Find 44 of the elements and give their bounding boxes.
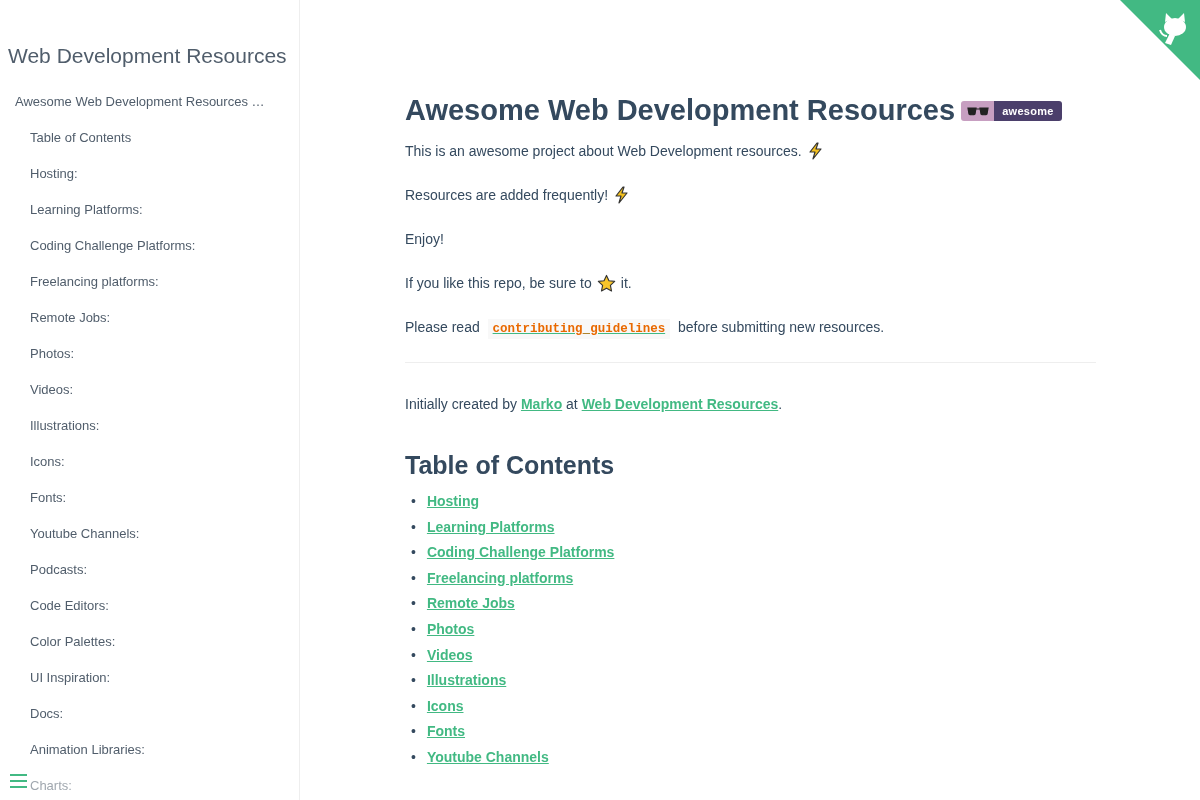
- glasses-icon: [966, 106, 989, 116]
- bullet: •: [411, 594, 416, 614]
- menu-icon[interactable]: [10, 774, 27, 788]
- bullet: •: [411, 722, 416, 742]
- paragraph: This is an awesome project about Web Development resources.: [405, 142, 802, 161]
- paragraph-end: it.: [620, 274, 632, 293]
- bullet: •: [411, 645, 416, 665]
- paragraph: If you like this repo, be sure to: [405, 274, 592, 293]
- sidebar-link[interactable]: Coding Challenge Platforms:: [30, 228, 196, 264]
- star-icon: [596, 273, 616, 293]
- bullet: •: [411, 747, 416, 767]
- page-heading: Awesome Web Development Resources: [405, 93, 956, 127]
- section-heading: Table of Contents: [405, 450, 616, 481]
- bullet: •: [411, 517, 416, 537]
- bullet: •: [411, 543, 416, 563]
- site-title: Web Development Resources: [8, 43, 288, 69]
- sidebar-link[interactable]: Videos:: [30, 372, 74, 408]
- sidebar-link[interactable]: Freelancing platforms:: [30, 264, 159, 300]
- credit-paragraph: Initially created by Marko at Web Development Resources.: [405, 395, 784, 414]
- sidebar-link[interactable]: Learning Platforms:: [30, 192, 143, 228]
- sidebar-link[interactable]: Code Editors:: [30, 588, 109, 624]
- sidebar-link[interactable]: Table of Contents: [30, 120, 132, 156]
- bullet: •: [411, 619, 416, 639]
- sidebar-link[interactable]: Fonts:: [30, 480, 67, 516]
- sidebar-link[interactable]: Illustrations:: [30, 408, 100, 444]
- sidebar-link[interactable]: Podcasts:: [30, 552, 88, 588]
- sidebar-link[interactable]: Awesome Web Development Resources …: [15, 84, 265, 120]
- bullet: •: [411, 492, 416, 511]
- bullet: •: [411, 696, 416, 716]
- paragraph: Please read contributing_guidelines before submitting new resources.: [405, 316, 1096, 340]
- sidebar-link[interactable]: Photos:: [30, 336, 75, 372]
- sidebar-link[interactable]: Remote Jobs:: [30, 300, 111, 336]
- bullet: •: [411, 568, 416, 588]
- sidebar-link[interactable]: UI Inspiration:: [30, 660, 111, 696]
- bullet: •: [411, 671, 416, 691]
- sidebar-link[interactable]: Icons:: [30, 444, 65, 480]
- paragraph: Resources are added frequently!: [405, 186, 609, 205]
- sidebar-link[interactable]: Animation Libraries:: [30, 732, 145, 768]
- sidebar-link[interactable]: Hosting:: [30, 156, 78, 192]
- sidebar-link[interactable]: Youtube Channels:: [30, 516, 140, 552]
- paragraph: Enjoy!: [405, 230, 444, 249]
- corner-cat-link[interactable]: [1120, 0, 1200, 80]
- sidebar-link[interactable]: Color Palettes:: [30, 624, 116, 660]
- sidebar-link[interactable]: Docs:: [30, 696, 64, 732]
